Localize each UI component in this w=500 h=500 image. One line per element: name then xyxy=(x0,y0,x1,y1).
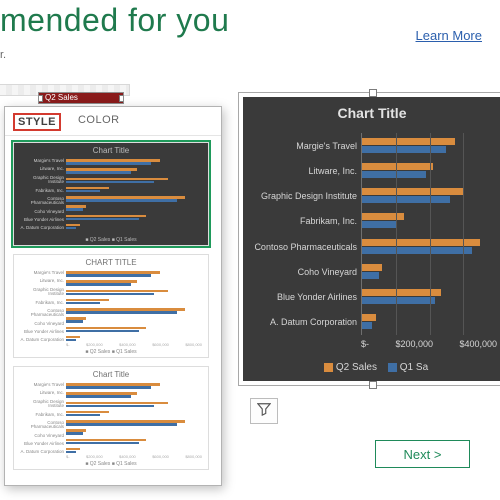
thumb-legend: ■ Q2 Sales ■ Q1 Sales xyxy=(14,349,208,355)
chart-legend: Q2 Sales Q1 Sa xyxy=(243,362,500,373)
thumb-bars xyxy=(66,159,202,231)
style-thumb-3[interactable]: Chart Title Margie's TravelLitware, Inc.… xyxy=(13,366,209,470)
style-thumb-2[interactable]: CHART TITLE Margie's TravelLitware, Inc.… xyxy=(13,254,209,358)
tab-style[interactable]: STYLE xyxy=(13,113,61,131)
thumb-bars xyxy=(66,383,202,455)
chart-selection-handle[interactable]: Q2 Sales xyxy=(38,92,124,104)
thumb-axis: $-$200,000$400,000$600,000$800,000 xyxy=(66,342,202,347)
chart-title: Chart Title xyxy=(243,97,500,127)
tab-color[interactable]: COLOR xyxy=(75,113,123,131)
thumb-legend: ■ Q2 Sales ■ Q1 Sales xyxy=(14,237,208,243)
legend-label-q1: Q1 Sa xyxy=(400,362,428,373)
chart-style-panel: STYLE COLOR Chart Title Margie's TravelL… xyxy=(4,106,222,486)
chart-preview[interactable]: Chart Title Margie's TravelLitware, Inc.… xyxy=(238,92,500,386)
legend-swatch-q1 xyxy=(388,363,397,372)
thumb-ylabels: Margie's TravelLitware, Inc.Graphic Desi… xyxy=(18,383,64,455)
chart-filter-button[interactable] xyxy=(250,398,278,424)
page-subtitle: r. xyxy=(0,49,500,61)
thumb-ylabels: Margie's TravelLitware, Inc.Graphic Desi… xyxy=(18,159,64,231)
chart-canvas: Chart Title Margie's TravelLitware, Inc.… xyxy=(243,97,500,381)
chart-category-labels: Margie's TravelLitware, Inc.Graphic Desi… xyxy=(245,133,357,335)
thumb-ylabels: Margie's TravelLitware, Inc.Graphic Desi… xyxy=(18,271,64,343)
legend-label-q2: Q2 Sales xyxy=(336,362,377,373)
thumb-title: Chart Title xyxy=(14,367,208,379)
thumb-title: CHART TITLE xyxy=(14,255,208,267)
next-button[interactable]: Next > xyxy=(375,440,470,468)
funnel-icon xyxy=(257,402,271,421)
legend-swatch-q2 xyxy=(324,363,333,372)
chart-x-axis: $-$200,000$400,000 xyxy=(361,339,497,349)
thumb-axis: $-$200,000$400,000$600,000$800,000 xyxy=(66,454,202,459)
style-thumbnails: Chart Title Margie's TravelLitware, Inc.… xyxy=(5,136,221,474)
style-panel-tabs: STYLE COLOR xyxy=(5,107,221,136)
thumb-bars xyxy=(66,271,202,343)
thumb-legend: ■ Q2 Sales ■ Q1 Sales xyxy=(14,461,208,467)
thumb-title: Chart Title xyxy=(14,143,208,155)
learn-more-link[interactable]: Learn More xyxy=(416,28,482,43)
style-thumb-1[interactable]: Chart Title Margie's TravelLitware, Inc.… xyxy=(13,142,209,246)
chart-plot-area xyxy=(361,133,497,335)
